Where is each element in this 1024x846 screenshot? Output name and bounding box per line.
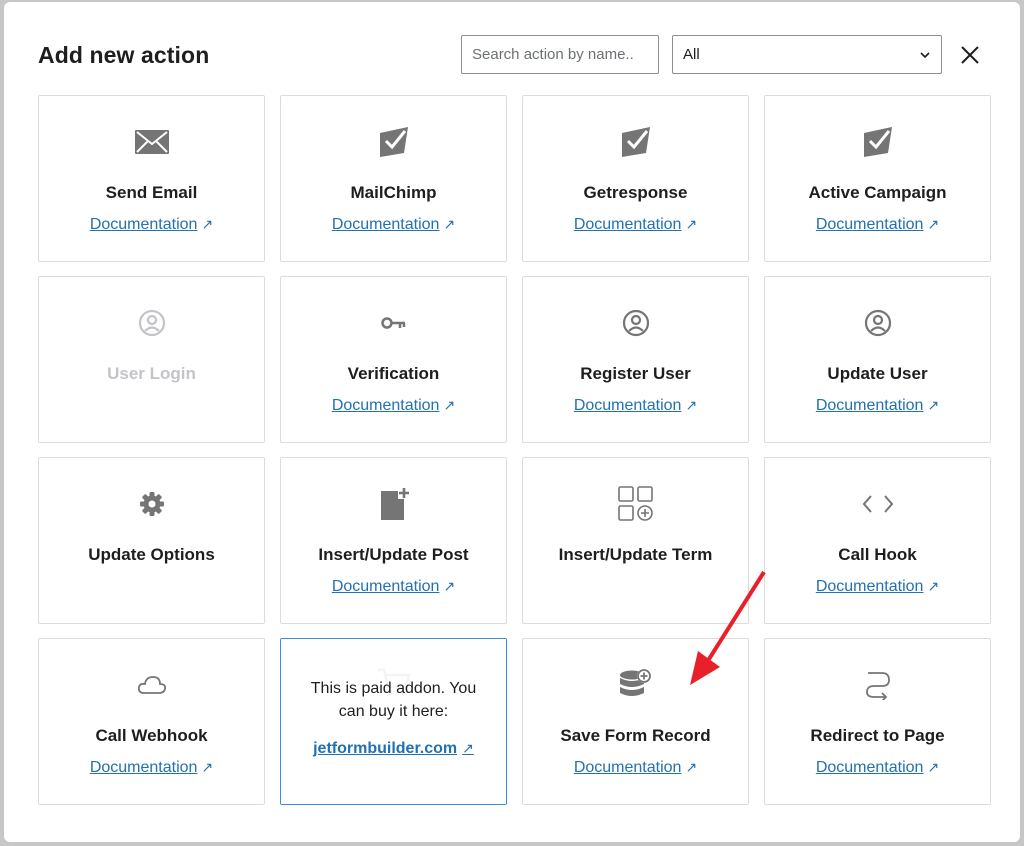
action-label: Redirect to Page	[810, 726, 945, 745]
paid-addon-message: This is paid addon. You can buy it here:	[310, 680, 477, 720]
action-card-update-options[interactable]: Update Options	[38, 457, 265, 624]
action-label: Active Campaign	[808, 183, 947, 202]
envelope-icon	[39, 124, 264, 160]
code-icon	[765, 486, 990, 522]
action-card-send-email[interactable]: Send Email Documentation ↗	[38, 95, 265, 262]
action-label: Register User	[580, 364, 691, 383]
action-label: Send Email	[105, 183, 198, 202]
term-grid-icon	[523, 486, 748, 522]
action-label: Call Hook	[838, 545, 917, 564]
external-link-icon: ↗	[201, 216, 214, 232]
user-circle-icon	[39, 305, 264, 341]
modal-title: Add new action	[38, 42, 210, 68]
user-circle-icon	[523, 305, 748, 341]
external-link-icon: ↗	[685, 759, 698, 775]
cloud-icon	[39, 667, 264, 703]
action-label: Verification	[347, 364, 440, 383]
action-card-active-campaign[interactable]: Active Campaign Documentation ↗	[764, 95, 991, 262]
documentation-link[interactable]: Documentation ↗	[39, 216, 264, 234]
external-link-icon: ↗	[927, 397, 940, 413]
annotation-arrow-icon	[690, 570, 766, 685]
action-label: MailChimp	[350, 183, 437, 202]
redirect-icon	[765, 667, 990, 703]
documentation-link[interactable]: Documentation ↗	[765, 759, 990, 777]
action-card-call-webhook[interactable]: Call Webhook Documentation ↗	[38, 638, 265, 805]
documentation-link[interactable]: Documentation ↗	[281, 578, 506, 596]
category-select-value: All	[683, 46, 700, 63]
paid-addon-overlay: This is paid addon. You can buy it here:…	[281, 639, 506, 804]
chevron-down-icon	[920, 51, 930, 58]
action-label: Getresponse	[583, 183, 688, 202]
search-input[interactable]	[461, 35, 659, 74]
action-label: Update Options	[88, 545, 215, 564]
action-card-getresponse[interactable]: Getresponse Documentation ↗	[522, 95, 749, 262]
external-link-icon: ↗	[927, 759, 940, 775]
add-action-modal: Add new action All Send Email Documentat…	[4, 2, 1020, 842]
action-grid: Send Email Documentation ↗ MailChimp Docu…	[38, 95, 991, 805]
close-icon	[961, 46, 979, 64]
action-card-paid-addon: This is paid addon. You can buy it here:…	[280, 638, 507, 805]
user-circle-icon	[765, 305, 990, 341]
action-card-redirect-to-page[interactable]: Redirect to Page Documentation ↗	[764, 638, 991, 805]
paid-addon-link[interactable]: jetformbuilder.com ↗	[313, 740, 474, 758]
documentation-link[interactable]: Documentation ↗	[765, 578, 990, 596]
key-icon	[281, 305, 506, 341]
external-link-icon: ↗	[927, 578, 940, 594]
external-link-icon: ↗	[443, 397, 456, 413]
documentation-link[interactable]: Documentation ↗	[281, 397, 506, 415]
action-label: Insert/Update Term	[558, 545, 713, 564]
external-link-icon: ↗	[462, 740, 474, 756]
documentation-link[interactable]: Documentation ↗	[523, 216, 748, 234]
close-button[interactable]	[957, 42, 983, 68]
external-link-icon: ↗	[685, 216, 698, 232]
send-check-icon	[523, 124, 748, 160]
documentation-link[interactable]: Documentation ↗	[765, 397, 990, 415]
action-label: Update User	[827, 364, 928, 383]
send-check-icon	[281, 124, 506, 160]
external-link-icon: ↗	[685, 397, 698, 413]
send-check-icon	[765, 124, 990, 160]
action-card-update-user[interactable]: Update User Documentation ↗	[764, 276, 991, 443]
action-card-insert-update-post[interactable]: Insert/Update Post Documentation ↗	[280, 457, 507, 624]
action-card-mailchimp[interactable]: MailChimp Documentation ↗	[280, 95, 507, 262]
action-card-user-login: User Login	[38, 276, 265, 443]
action-label: User Login	[107, 364, 196, 383]
documentation-link[interactable]: Documentation ↗	[39, 759, 264, 777]
action-label: Insert/Update Post	[318, 545, 469, 564]
action-card-register-user[interactable]: Register User Documentation ↗	[522, 276, 749, 443]
action-label: Call Webhook	[95, 726, 208, 745]
action-label: Save Form Record	[560, 726, 711, 745]
external-link-icon: ↗	[443, 578, 456, 594]
external-link-icon: ↗	[927, 216, 940, 232]
documentation-link[interactable]: Documentation ↗	[281, 216, 506, 234]
documentation-link[interactable]: Documentation ↗	[765, 216, 990, 234]
category-select[interactable]: All	[672, 35, 942, 74]
gear-icon	[39, 486, 264, 522]
action-card-call-hook[interactable]: Call Hook Documentation ↗	[764, 457, 991, 624]
documentation-link[interactable]: Documentation ↗	[523, 397, 748, 415]
external-link-icon: ↗	[443, 216, 456, 232]
action-card-verification[interactable]: Verification Documentation ↗	[280, 276, 507, 443]
documentation-link[interactable]: Documentation ↗	[523, 759, 748, 777]
external-link-icon: ↗	[201, 759, 214, 775]
post-add-icon	[281, 486, 506, 522]
